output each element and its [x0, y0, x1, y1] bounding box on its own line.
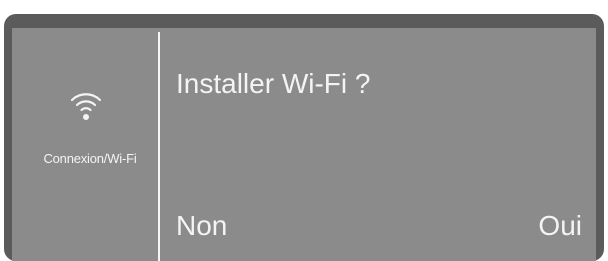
divider — [158, 32, 160, 261]
sidebar: Connexion/Wi-Fi — [12, 28, 158, 261]
wifi-icon — [70, 93, 102, 120]
display-screen: Connexion/Wi-Fi Installer Wi-Fi ? Non Ou… — [12, 28, 596, 261]
prompt-title: Installer Wi-Fi ? — [176, 68, 371, 99]
sidebar-label: Connexion/Wi-Fi — [43, 151, 137, 166]
no-button[interactable]: Non — [176, 206, 227, 246]
yes-button[interactable]: Oui — [538, 206, 582, 246]
